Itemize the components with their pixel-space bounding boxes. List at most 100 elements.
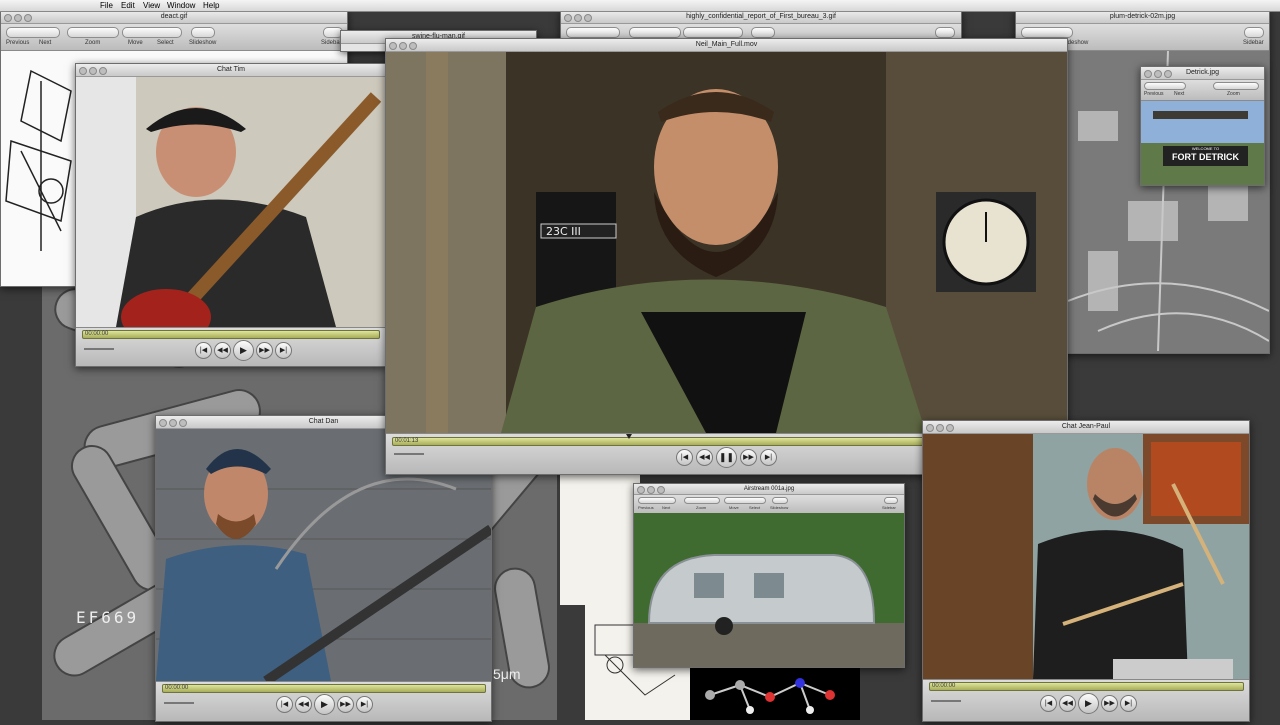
menu-bar: File Edit View Window Help	[0, 0, 1280, 12]
volume-slider[interactable]	[931, 700, 961, 702]
zoom-button[interactable]	[1213, 82, 1259, 90]
skip-back-button[interactable]: |◀	[195, 342, 212, 359]
volume-slider[interactable]	[394, 453, 424, 455]
window-title: Chat Jean-Paul	[1061, 423, 1111, 430]
micrograph-scale: 5μm	[493, 666, 521, 682]
window-controls[interactable]	[564, 14, 594, 23]
drummer-video	[923, 434, 1249, 679]
move-select-button[interactable]	[122, 27, 182, 38]
window-titlebar: highly_confidential_report_of_First_bure…	[561, 11, 961, 24]
play-button[interactable]: ▶	[314, 694, 335, 715]
prev-next-button[interactable]	[6, 27, 60, 38]
window-title: deact.gif	[160, 13, 188, 20]
fast-forward-button[interactable]: ▶▶	[256, 342, 273, 359]
rewind-button[interactable]: ◀◀	[295, 696, 312, 713]
molecule-image	[690, 665, 860, 720]
prev-next-button[interactable]	[638, 497, 676, 504]
sign-main-text: FORT DETRICK	[1172, 152, 1239, 162]
window-controls[interactable]	[1144, 70, 1174, 79]
sidebar-button[interactable]	[884, 497, 898, 504]
window-title: plum-detrick-02m.jpg	[1109, 13, 1176, 20]
fast-forward-button[interactable]: ▶▶	[1101, 695, 1118, 712]
skip-forward-button[interactable]: ▶|	[1120, 695, 1137, 712]
timeline-scrubber[interactable]	[162, 684, 486, 693]
menu-edit[interactable]: Edit	[121, 0, 135, 11]
window-controls[interactable]	[79, 67, 109, 76]
airstream-trailer	[634, 513, 904, 667]
skip-back-button[interactable]: |◀	[676, 449, 693, 466]
zoom-label: Zoom	[696, 505, 707, 510]
chat-window-tim: Chat Tim 00:00:00 |◀ ◀◀ ▶ ▶▶ ▶|	[75, 63, 387, 367]
micrograph-label: EF669	[76, 608, 140, 627]
fast-forward-button[interactable]: ▶▶	[740, 449, 757, 466]
video-frame-neil: 23C III	[386, 52, 1067, 433]
menu-window[interactable]: Window	[167, 0, 195, 11]
prev-next-button[interactable]	[566, 27, 620, 38]
window-controls[interactable]	[389, 42, 419, 51]
prev-next-button[interactable]	[1144, 82, 1186, 90]
timeline-scrubber[interactable]	[929, 682, 1244, 691]
window-titlebar: deact.gif	[1, 11, 347, 24]
skip-back-button[interactable]: |◀	[1040, 695, 1057, 712]
window-controls[interactable]	[4, 14, 34, 23]
zoom-button[interactable]	[67, 27, 119, 38]
pause-button[interactable]: ❚❚	[716, 447, 737, 468]
timeline-scrubber[interactable]	[82, 330, 380, 339]
menu-file[interactable]: File	[100, 0, 113, 11]
menu-help[interactable]: Help	[203, 0, 219, 11]
previous-label: Previous	[6, 40, 30, 46]
window-titlebar: plum-detrick-02m.jpg	[1016, 11, 1269, 24]
preview-window-airstream: Airstream 001a.jpg Previous Next Zoom Mo…	[633, 483, 905, 668]
sidebar-button[interactable]	[1244, 27, 1264, 38]
airstream-photo	[634, 513, 904, 667]
window-titlebar: Airstream 001a.jpg	[634, 484, 904, 495]
rewind-button[interactable]: ◀◀	[1059, 695, 1076, 712]
move-label: Move	[128, 40, 143, 46]
skip-back-button[interactable]: |◀	[276, 696, 293, 713]
menu-view[interactable]: View	[143, 0, 160, 11]
skip-forward-button[interactable]: ▶|	[356, 696, 373, 713]
window-title: Detrick.jpg	[1185, 69, 1220, 76]
timecode: 00:00:00	[932, 683, 956, 689]
playback-controls: 00:00:00 |◀ ◀◀ ▶ ▶▶ ▶|	[156, 681, 491, 721]
window-title: highly_confidential_report_of_First_bure…	[686, 13, 836, 20]
playhead[interactable]	[626, 434, 632, 439]
play-button[interactable]: ▶	[233, 340, 254, 361]
volume-slider[interactable]	[164, 702, 194, 704]
move-select-button[interactable]	[724, 497, 766, 504]
molecule-model	[705, 678, 835, 714]
fast-forward-button[interactable]: ▶▶	[337, 696, 354, 713]
select-label: Select	[749, 505, 761, 510]
window-controls[interactable]	[926, 424, 956, 433]
window-controls[interactable]	[159, 419, 189, 428]
volume-slider[interactable]	[84, 348, 114, 350]
preview-toolbar: Previous Next Zoom Move Select Slideshow…	[634, 495, 904, 514]
playback-controls: 00:00:00 |◀ ◀◀ ▶ ▶▶ ▶|	[923, 679, 1249, 721]
sidebar-label: Sidebar	[321, 40, 342, 46]
video-frame-tim	[76, 77, 386, 327]
preview-window-detrick: Detrick.jpg Previous Next Zoom WELCOME T…	[1140, 66, 1265, 186]
window-controls[interactable]	[637, 486, 667, 494]
slideshow-button[interactable]	[772, 497, 788, 504]
slideshow-button[interactable]	[751, 27, 775, 38]
zoom-label: Zoom	[85, 40, 101, 46]
sidebar-button[interactable]	[935, 27, 955, 38]
slideshow-button[interactable]	[191, 27, 215, 38]
window-titlebar: Detrick.jpg	[1141, 67, 1264, 80]
rewind-button[interactable]: ◀◀	[696, 449, 713, 466]
play-button[interactable]: ▶	[1078, 693, 1099, 714]
preview-toolbar: Previous Next Zoom Move Select Slideshow…	[1, 24, 347, 51]
canopy	[1153, 111, 1248, 119]
previous-label: Previous	[638, 505, 654, 510]
move-select-button[interactable]	[1021, 27, 1073, 38]
zoom-button[interactable]	[684, 497, 720, 504]
zoom-button[interactable]	[629, 27, 681, 38]
timecode: 00:00:00	[165, 685, 189, 691]
move-select-button[interactable]	[683, 27, 743, 38]
skip-forward-button[interactable]: ▶|	[760, 449, 777, 466]
chat-window-jeanpaul: Chat Jean-Paul 00:00:00 |◀ ◀◀ ▶ ▶▶ ▶|	[922, 420, 1250, 722]
fort-detrick-sign: WELCOME TO FORT DETRICK	[1163, 146, 1248, 166]
skip-forward-button[interactable]: ▶|	[275, 342, 292, 359]
rewind-button[interactable]: ◀◀	[214, 342, 231, 359]
guitarist-video	[76, 77, 386, 327]
